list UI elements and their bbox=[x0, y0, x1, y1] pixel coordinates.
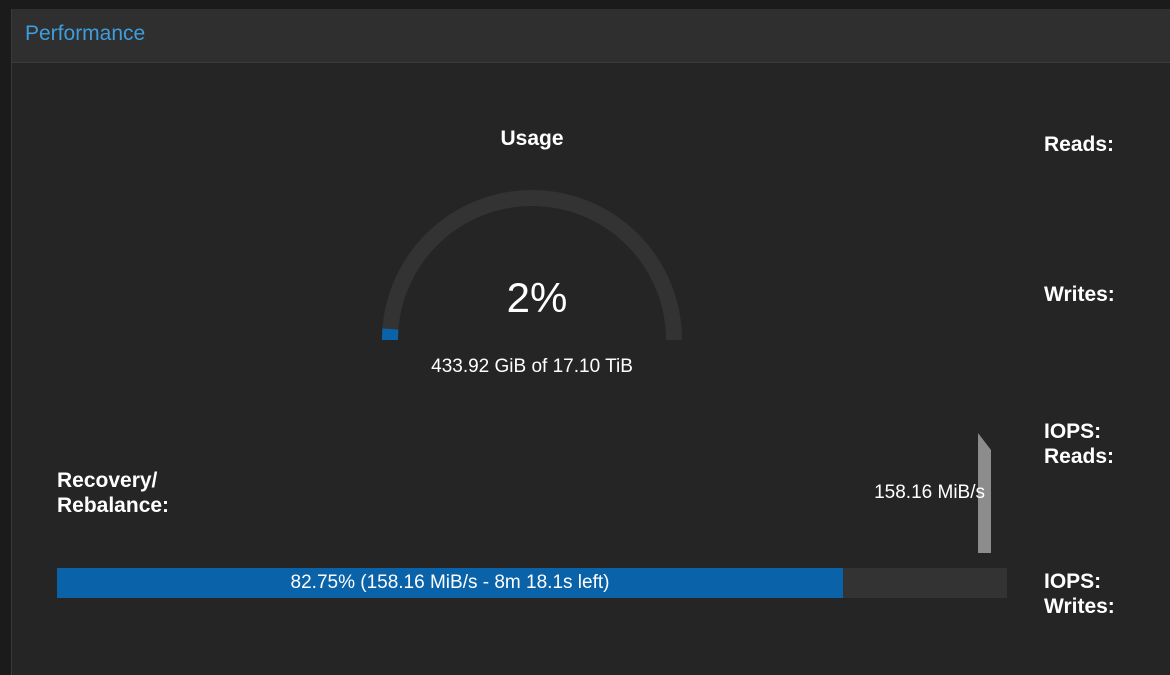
usage-detail: 433.92 GiB of 17.10 TiB bbox=[431, 356, 633, 377]
panel-title: Performance bbox=[25, 22, 146, 45]
usage-percent: 2% bbox=[506, 274, 568, 321]
iops-reads-label: IOPS: Reads: bbox=[1044, 419, 1114, 469]
recovery-label-line2: Rebalance: bbox=[57, 494, 170, 517]
iops-writes-label: IOPS: Writes: bbox=[1044, 569, 1115, 619]
panel-header: Performance bbox=[12, 9, 1170, 63]
iops-writes-label-line1: IOPS: bbox=[1044, 570, 1102, 593]
recovery-rate: 158.16 MiB/s bbox=[874, 482, 985, 503]
writes-label: Writes: bbox=[1044, 283, 1115, 306]
usage-title: Usage bbox=[500, 127, 564, 150]
page: Performance Usage 2% 433.92 GiB of 17.10… bbox=[0, 0, 1170, 675]
top-strip bbox=[0, 0, 1170, 9]
recovery-label-line1: Recovery/ bbox=[57, 469, 158, 492]
iops-writes-label-line2: Writes: bbox=[1044, 595, 1115, 618]
recovery-label: Recovery/ Rebalance: bbox=[57, 468, 169, 518]
reads-label: Reads: bbox=[1044, 133, 1115, 156]
recovery-progress-bar: 82.75% (158.16 MiB/s - 8m 18.1s left) bbox=[57, 568, 1007, 598]
iops-reads-label-line2: Reads: bbox=[1044, 445, 1115, 468]
left-edge bbox=[0, 9, 11, 675]
usage-gauge bbox=[381, 190, 682, 341]
iops-reads-label-line1: IOPS: bbox=[1044, 420, 1102, 443]
progress-text: 82.75% (158.16 MiB/s - 8m 18.1s left) bbox=[290, 572, 610, 593]
